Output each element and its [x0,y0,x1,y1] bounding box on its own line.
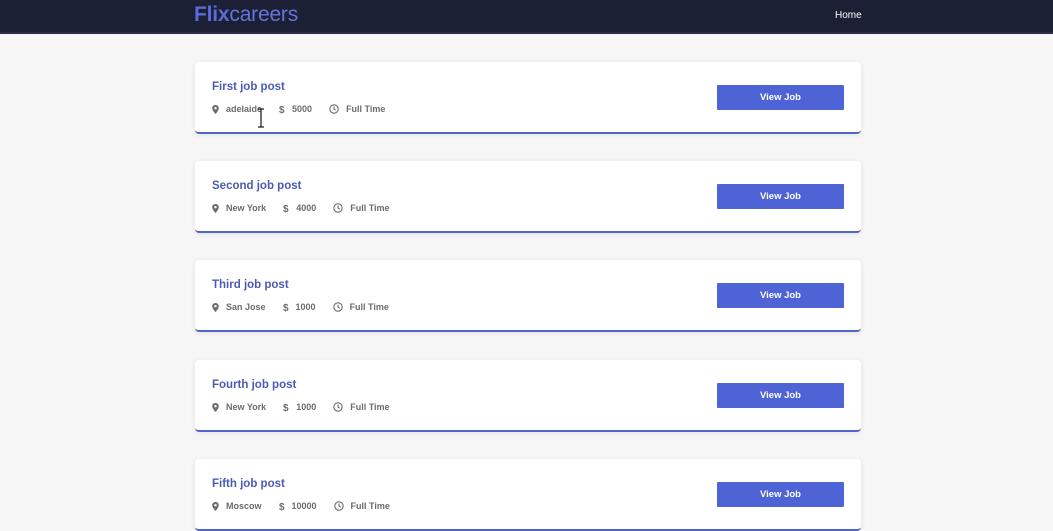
map-pin-icon [212,402,219,412]
job-meta: Moscow $ 10000 Full Time [212,500,407,512]
dollar-icon: $ [283,303,289,312]
job-salary-text: 4000 [296,203,317,213]
brand-logo[interactable]: Flixcareers [194,3,298,27]
job-card: First job post adelaide $ 5000 Full Time… [195,62,861,134]
map-pin-icon [212,203,219,213]
brand-logo-careers: careers [229,3,299,26]
svg-text:$: $ [279,502,285,511]
job-salary-text: 10000 [291,501,317,511]
job-type-text: Full Time [346,104,386,114]
job-card: Third job post San Jose $ 1000 Full Time… [195,260,861,332]
job-type-text: Full Time [350,402,390,412]
job-location-text: Moscow [226,501,262,511]
clock-icon [333,501,344,511]
svg-text:$: $ [283,303,289,312]
brand-logo-flix: Flix [194,3,230,26]
dollar-icon: $ [279,502,285,511]
view-job-button[interactable]: View Job [717,184,844,209]
job-salary: $ 1000 [283,302,316,312]
job-location-text: New York [226,402,267,412]
svg-text:$: $ [283,204,289,213]
top-navbar: Flixcareers Home [0,0,1053,34]
job-salary-text: 1000 [295,302,316,312]
dollar-icon: $ [283,403,289,412]
job-salary-text: 1000 [296,402,317,412]
job-location-text: adelaide [226,104,263,114]
job-title: Fourth job post [212,379,297,391]
job-location-text: New York [226,203,267,213]
view-job-button[interactable]: View Job [717,383,844,408]
clock-icon [333,402,343,412]
job-location: San Jose [212,302,266,312]
job-type: Full Time [333,402,390,412]
job-card: Fourth job post New York $ 1000 Full Tim… [195,360,861,432]
job-salary: $ 1000 [283,402,316,412]
job-salary: $ 4000 [283,203,316,213]
job-type-text: Full Time [349,302,389,312]
job-type: Full Time [329,104,385,114]
job-salary: $ 5000 [279,104,312,114]
map-pin-icon [212,302,219,312]
job-meta: New York $ 4000 Full Time [212,202,407,214]
job-meta: New York $ 1000 Full Time [212,401,407,413]
job-location-text: San Jose [226,302,266,312]
view-job-button[interactable]: View Job [717,283,844,308]
job-title: Third job post [212,279,289,291]
dollar-icon: $ [283,204,289,213]
job-meta: adelaide $ 5000 Full Time [212,103,402,115]
job-salary: $ 10000 [279,501,317,511]
clock-icon [332,302,343,312]
job-title: Second job post [212,180,302,192]
view-job-button[interactable]: View Job [717,482,844,507]
map-pin-icon [212,104,219,114]
job-location: New York [212,402,266,412]
job-type-text: Full Time [350,203,390,213]
job-title: First job post [212,81,285,93]
svg-text:$: $ [283,403,289,412]
job-location: New York [212,203,266,213]
view-job-button[interactable]: View Job [717,85,844,110]
job-meta: San Jose $ 1000 Full Time [212,301,406,313]
svg-text:$: $ [279,105,285,114]
job-card: Fifth job post Moscow $ 10000 Full Time … [195,459,861,531]
job-location: Moscow [212,501,262,511]
job-card: Second job post New York $ 4000 Full Tim… [195,161,861,233]
job-type: Full Time [332,302,389,312]
job-salary-text: 5000 [292,104,313,114]
job-type-text: Full Time [350,501,390,511]
job-location: adelaide [212,104,262,114]
dollar-icon: $ [279,105,285,114]
map-pin-icon [212,501,219,511]
job-type: Full Time [333,203,390,213]
job-type: Full Time [333,501,390,511]
nav-home-link[interactable]: Home [835,10,862,21]
clock-icon [333,203,343,213]
clock-icon [329,104,339,114]
job-title: Fifth job post [212,478,285,490]
